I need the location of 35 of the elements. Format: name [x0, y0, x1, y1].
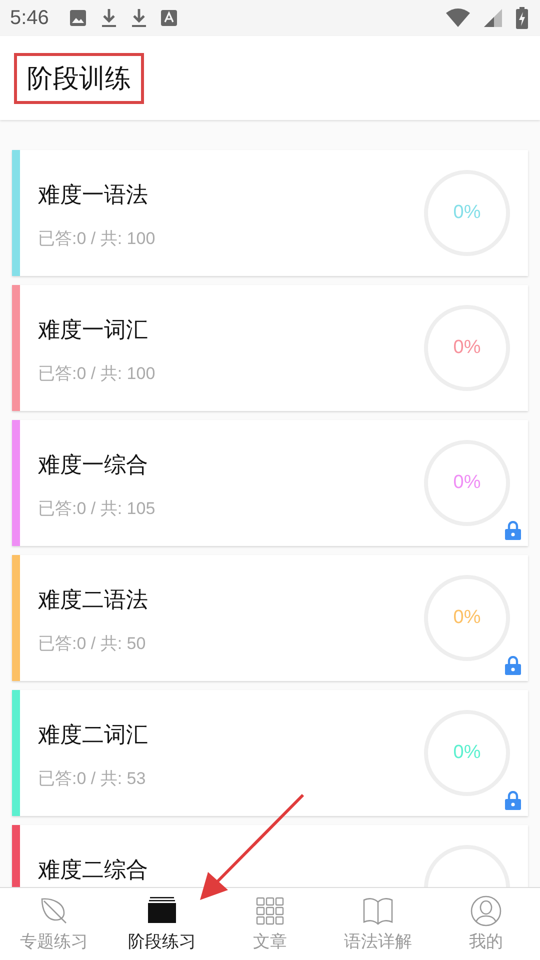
level-card[interactable]: 难度一综合 已答:0 / 共: 105 0% — [12, 420, 528, 546]
wifi-icon — [446, 8, 470, 28]
image-icon — [68, 9, 87, 27]
status-time: 5:46 — [10, 6, 49, 30]
font-app-icon — [160, 10, 177, 26]
percent-label: 0% — [453, 607, 481, 629]
answered-count: 已答:0 / 共: 105 — [38, 498, 156, 520]
card-title: 难度一词汇 — [38, 317, 149, 345]
card-title: 难度一综合 — [38, 452, 149, 480]
card-title: 难度二综合 — [38, 857, 149, 885]
battery-icon — [516, 7, 528, 29]
download-icon — [100, 8, 117, 28]
level-card[interactable]: 难度二综合 — [12, 825, 528, 887]
person-icon — [470, 895, 502, 927]
download-icon — [130, 8, 147, 28]
percent-label: 0% — [453, 742, 481, 764]
grid-icon — [254, 895, 286, 927]
percent-label: 0% — [453, 202, 481, 224]
level-card[interactable]: 难度二词汇 已答:0 / 共: 53 0% — [12, 690, 528, 816]
card-title: 难度二语法 — [38, 587, 149, 615]
level-card[interactable]: 难度一语法 已答:0 / 共: 100 0% — [12, 150, 528, 276]
answered-count: 已答:0 / 共: 50 — [38, 633, 147, 655]
highlighted-page-title: 阶段训练 — [14, 52, 144, 104]
card-title: 难度二词汇 — [38, 722, 149, 750]
answered-count: 已答:0 / 共: 53 — [38, 768, 147, 790]
nav-tab[interactable]: 阶段练习 — [108, 888, 216, 960]
book-icon — [362, 895, 394, 927]
level-card[interactable]: 难度一词汇 已答:0 / 共: 100 0% — [12, 285, 528, 411]
answered-count: 已答:0 / 共: 100 — [38, 363, 156, 385]
percent-label: 0% — [453, 472, 481, 494]
level-card[interactable]: 难度二语法 已答:0 / 共: 50 0% — [12, 555, 528, 681]
card-title: 难度一语法 — [38, 182, 149, 210]
signal-icon — [484, 9, 502, 27]
percent-label: 0% — [453, 337, 481, 359]
answered-count: 已答:0 / 共: 100 — [38, 228, 156, 250]
